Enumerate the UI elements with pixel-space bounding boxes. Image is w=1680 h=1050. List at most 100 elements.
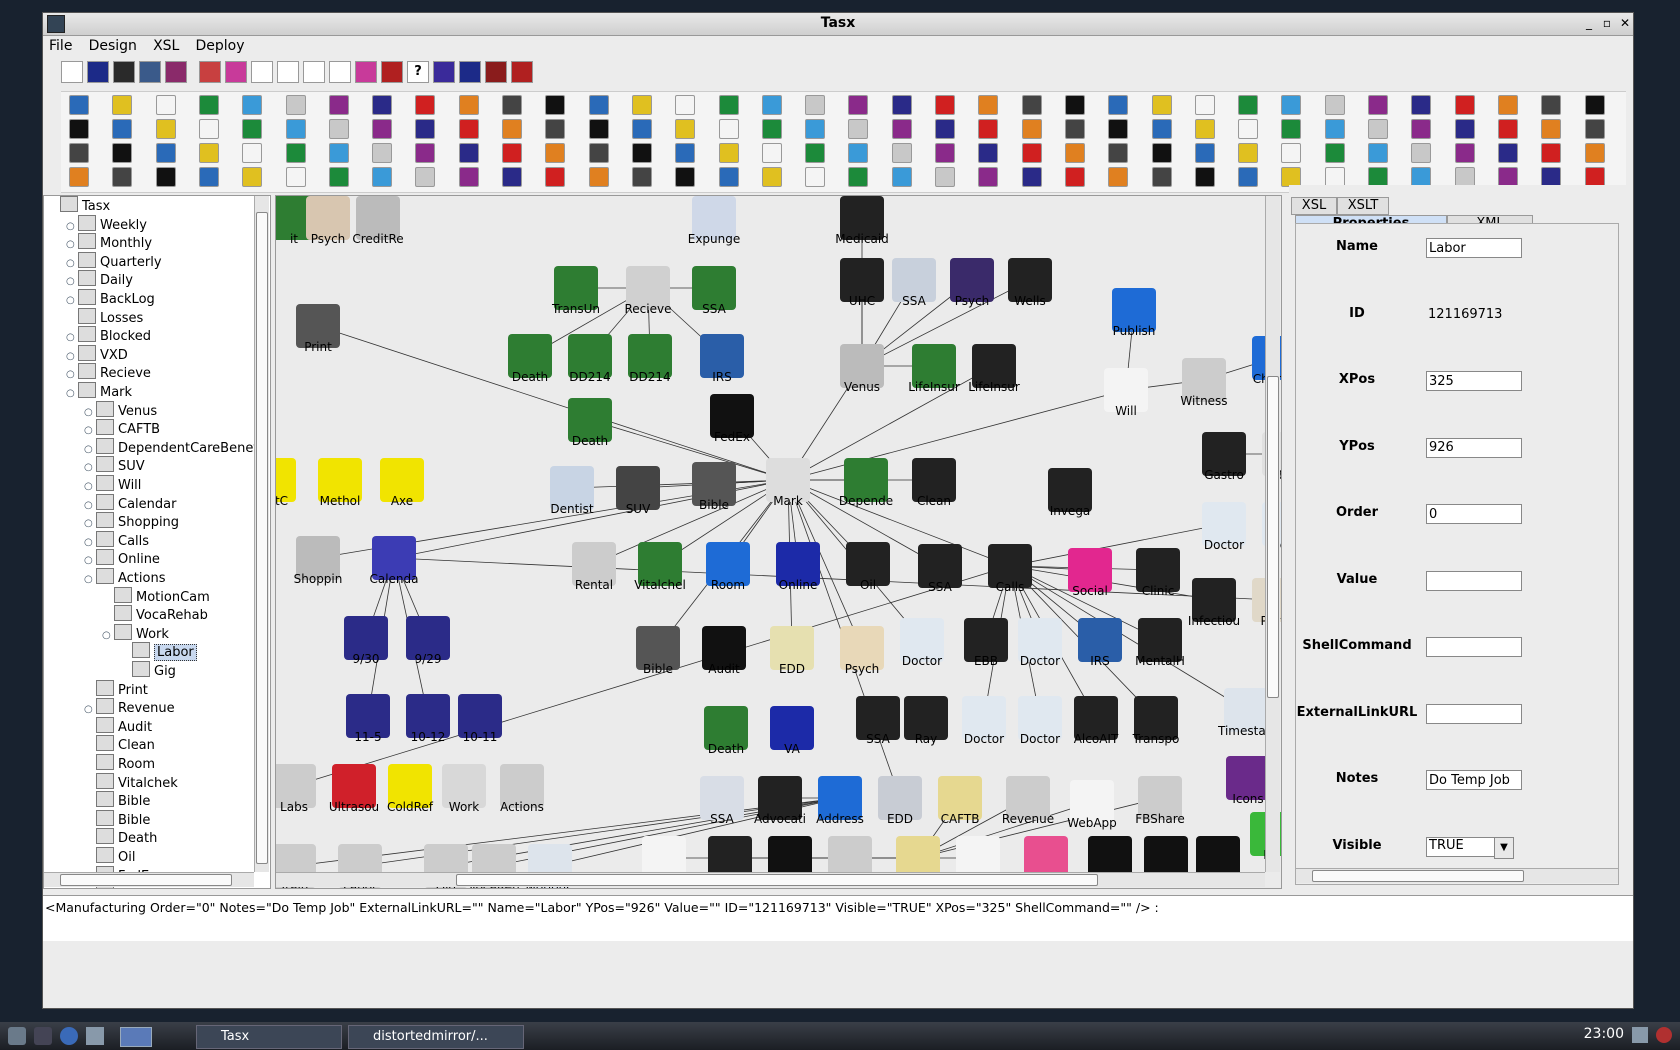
palette-node-icon[interactable] [545, 95, 566, 115]
palette-node-icon[interactable] [1411, 119, 1432, 139]
palette-node-icon[interactable] [1281, 119, 1302, 139]
menu-xsl[interactable]: XSL [147, 36, 185, 56]
palette-node-icon[interactable] [328, 167, 349, 187]
palette-node-icon[interactable] [1411, 95, 1432, 115]
tree-item[interactable]: ○ Blocked [66, 326, 151, 344]
palette-node-icon[interactable] [458, 143, 479, 163]
palette-node-icon[interactable] [588, 95, 609, 115]
title-bar[interactable]: Tasx _ ▫ ✕ [43, 13, 1633, 36]
tree-item[interactable]: ○ DependentCareBenefit [84, 437, 267, 456]
palette-node-icon[interactable] [545, 143, 566, 163]
tree-item[interactable]: ○ SUV [84, 456, 145, 474]
diagram-node[interactable]: DD214 [622, 334, 678, 394]
palette-node-icon[interactable] [458, 119, 479, 139]
palette-node-icon[interactable] [155, 167, 176, 187]
palette-node-icon[interactable] [1238, 119, 1259, 139]
palette-node-icon[interactable] [1064, 119, 1085, 139]
diagram-node[interactable]: CreditRe [350, 196, 406, 256]
tree-item[interactable]: ○ Calendar [84, 493, 176, 512]
node-style-button[interactable] [199, 61, 221, 83]
palette-node-icon[interactable] [1238, 167, 1259, 187]
diagram-node[interactable]: Doctor [1196, 502, 1252, 562]
diagram-node[interactable]: Psych [834, 626, 890, 686]
palette-node-icon[interactable] [978, 167, 999, 187]
tree-item[interactable]: ○ Monthly [66, 233, 152, 251]
palette-node-icon[interactable] [112, 167, 133, 187]
palette-node-icon[interactable] [891, 143, 912, 163]
palette-node-icon[interactable] [805, 95, 826, 115]
palette-node-icon[interactable] [69, 119, 89, 139]
style-button[interactable] [511, 61, 533, 83]
diagram-node[interactable]: Online [770, 542, 826, 602]
palette-node-icon[interactable] [805, 119, 826, 139]
palette-node-icon[interactable] [1194, 119, 1215, 139]
palette-node-icon[interactable] [1497, 167, 1518, 187]
palette-node-icon[interactable] [242, 167, 263, 187]
palette-node-icon[interactable] [545, 167, 566, 187]
diagram-node[interactable]: Vitalchel [632, 542, 688, 602]
palette-node-icon[interactable] [891, 119, 912, 139]
palette-node-icon[interactable] [1064, 95, 1085, 115]
palette-node-icon[interactable] [1281, 143, 1302, 163]
diagram-node[interactable]: Venus [834, 344, 890, 404]
diagram-node[interactable]: 11-5 [340, 694, 396, 754]
diagram-node[interactable]: Rental [566, 542, 622, 602]
property-input-order[interactable] [1426, 504, 1522, 524]
diagram-node[interactable]: Transpo [1128, 696, 1184, 756]
palette-node-icon[interactable] [69, 143, 89, 163]
property-input-externallinkurl[interactable] [1426, 703, 1522, 724]
diagram-node[interactable]: Death [698, 706, 754, 766]
palette-node-icon[interactable] [761, 119, 782, 139]
palette-node-icon[interactable] [415, 167, 436, 187]
props-hscrollbar[interactable] [1296, 868, 1618, 883]
palette-node-icon[interactable] [1368, 119, 1388, 139]
palette-node-icon[interactable] [1541, 95, 1562, 115]
palette-node-icon[interactable] [69, 167, 89, 187]
palette-node-icon[interactable] [588, 143, 609, 163]
palette-node-icon[interactable] [502, 143, 522, 163]
palette-node-icon[interactable] [1541, 167, 1562, 187]
diagram-node[interactable]: Calls [982, 544, 1038, 604]
property-input-shellcommand[interactable] [1426, 637, 1522, 657]
palette-node-icon[interactable] [978, 119, 999, 139]
palette-node-icon[interactable] [112, 119, 133, 139]
palette-node-icon[interactable] [1541, 119, 1562, 139]
palette-node-icon[interactable] [328, 95, 349, 115]
palette-node-icon[interactable] [1411, 167, 1432, 187]
palette-node-icon[interactable] [1368, 95, 1388, 115]
tree-item[interactable]: ○ VXD [66, 344, 128, 363]
diagram-node[interactable]: CAFTB [932, 776, 988, 836]
diagram-node[interactable]: ColdRef [382, 764, 438, 824]
palette-node-icon[interactable] [502, 95, 522, 115]
property-input-value[interactable] [1426, 570, 1522, 591]
diagram-node[interactable]: Address [812, 776, 868, 836]
palette-node-icon[interactable] [285, 167, 306, 187]
palette-node-icon[interactable] [935, 95, 955, 115]
tree-item[interactable]: Bible [84, 809, 150, 828]
diagram-node[interactable]: Doctor [1012, 618, 1068, 678]
taskbar-item-browser[interactable]: distortedmirror/... [348, 1025, 524, 1049]
tree-item[interactable]: Bible [84, 791, 150, 809]
palette-node-icon[interactable] [242, 95, 263, 115]
canvas-vscrollbar[interactable] [1265, 196, 1280, 872]
palette-node-icon[interactable] [1151, 95, 1172, 115]
palette-node-icon[interactable] [1021, 95, 1042, 115]
diagram-node[interactable]: Shoppin [290, 536, 346, 596]
palette-node-icon[interactable] [761, 95, 782, 115]
diagram-node[interactable]: Psych [944, 258, 1000, 318]
palette-node-icon[interactable] [1454, 143, 1475, 163]
palette-node-icon[interactable] [502, 167, 522, 187]
diagram-node[interactable]: UHC [834, 258, 890, 318]
diagram-node[interactable]: Dentist [544, 466, 600, 526]
tree-item[interactable]: ○ Quarterly [66, 251, 162, 270]
diagram-node[interactable]: Will [1098, 368, 1154, 428]
palette-node-icon[interactable] [631, 119, 652, 139]
diagram-node[interactable]: Expunge [686, 196, 742, 256]
close-icon[interactable]: ✕ [1617, 15, 1633, 31]
diagram-node[interactable]: petC [276, 458, 302, 518]
node-style-button[interactable] [113, 61, 135, 83]
diagram-node[interactable]: Witness [1176, 358, 1232, 418]
palette-node-icon[interactable] [805, 143, 826, 163]
tree-item[interactable]: MotionCam [102, 586, 210, 605]
palette-node-icon[interactable] [761, 167, 782, 187]
